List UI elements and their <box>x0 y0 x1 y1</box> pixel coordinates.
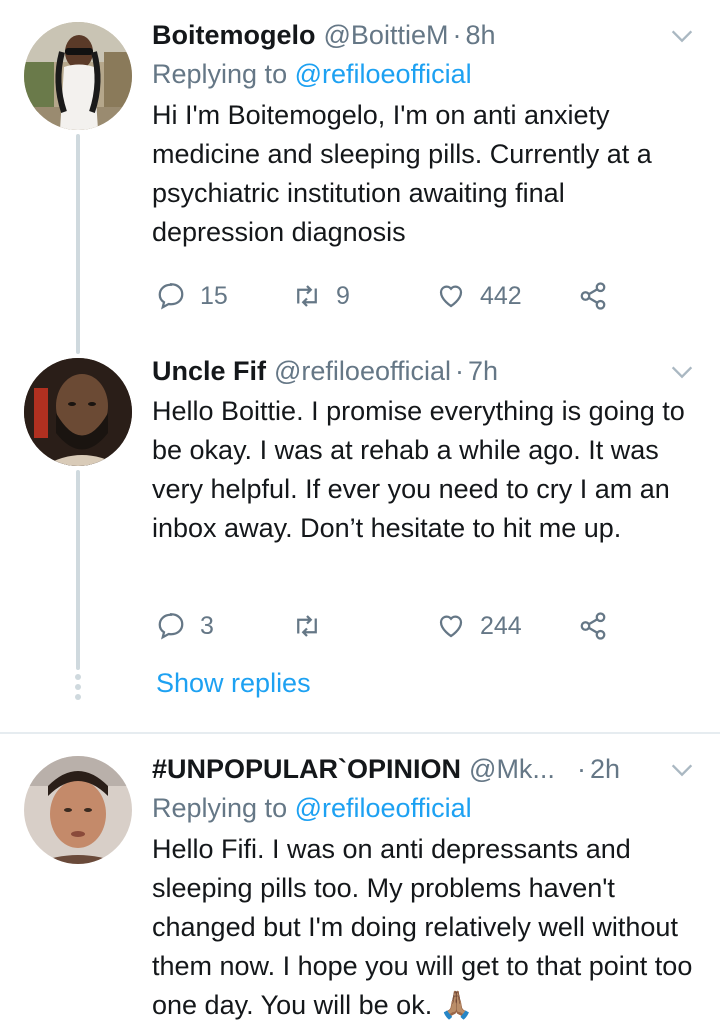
action-bar: 3 244 <box>152 606 622 646</box>
user-handle[interactable]: @BoittieM <box>324 18 449 52</box>
thread-line-2 <box>76 470 80 670</box>
replying-to: Replying to @refiloeofficial <box>152 59 472 89</box>
show-replies-link[interactable]: Show replies <box>156 668 311 699</box>
like-button[interactable]: 244 <box>436 606 522 646</box>
chevron-down-icon[interactable] <box>668 756 696 784</box>
retweet-button[interactable]: 9 <box>292 276 350 316</box>
mention-link[interactable]: @refiloeofficial <box>295 793 472 823</box>
avatar[interactable] <box>24 22 132 130</box>
retweet-icon <box>297 615 317 637</box>
avatar[interactable] <box>24 358 132 466</box>
timestamp[interactable]: 8h <box>465 18 495 52</box>
thread-dots <box>74 674 82 704</box>
reply-count: 3 <box>200 611 214 640</box>
retweet-icon <box>297 285 317 307</box>
share-icon <box>580 612 606 640</box>
reply-icon <box>158 283 184 310</box>
reply-count: 15 <box>200 281 228 310</box>
share-icon <box>580 282 606 310</box>
user-handle[interactable]: @refiloeofficial <box>274 354 451 388</box>
action-bar: 15 9 442 <box>152 276 622 316</box>
tweet-text: Hi I'm Boitemogelo, I'm on anti anxiety … <box>152 100 652 247</box>
timestamp[interactable]: 2h <box>590 752 620 786</box>
chevron-down-icon[interactable] <box>668 22 696 50</box>
retweet-button[interactable] <box>292 606 322 646</box>
thread-line-1 <box>76 134 80 354</box>
chevron-down-icon[interactable] <box>668 358 696 386</box>
reply-button[interactable]: 15 <box>156 276 228 316</box>
avatar[interactable] <box>24 756 132 864</box>
reply-button[interactable]: 3 <box>156 606 214 646</box>
heart-icon <box>439 615 463 638</box>
heart-icon <box>439 285 463 308</box>
user-handle[interactable]: @Mk... <box>469 752 555 786</box>
reply-icon <box>158 613 184 640</box>
like-count: 244 <box>480 611 522 640</box>
mention-link[interactable]: @refiloeofficial <box>295 59 472 89</box>
tweet-text: Hello Fifi. I was on anti depressants an… <box>152 834 693 1020</box>
retweet-count: 9 <box>336 281 350 310</box>
share-button[interactable] <box>578 606 608 646</box>
replying-to: Replying to @refiloeofficial <box>152 793 472 823</box>
like-count: 442 <box>480 281 522 310</box>
display-name[interactable]: #UNPOPULAR`OPINION <box>152 752 461 786</box>
display-name[interactable]: Boitemogelo <box>152 18 316 52</box>
divider <box>0 732 720 734</box>
tweet-text: Hello Boittie. I promise everything is g… <box>152 396 685 543</box>
display-name[interactable]: Uncle Fif <box>152 354 266 388</box>
share-button[interactable] <box>578 276 608 316</box>
like-button[interactable]: 442 <box>436 276 522 316</box>
timestamp[interactable]: 7h <box>468 354 498 388</box>
